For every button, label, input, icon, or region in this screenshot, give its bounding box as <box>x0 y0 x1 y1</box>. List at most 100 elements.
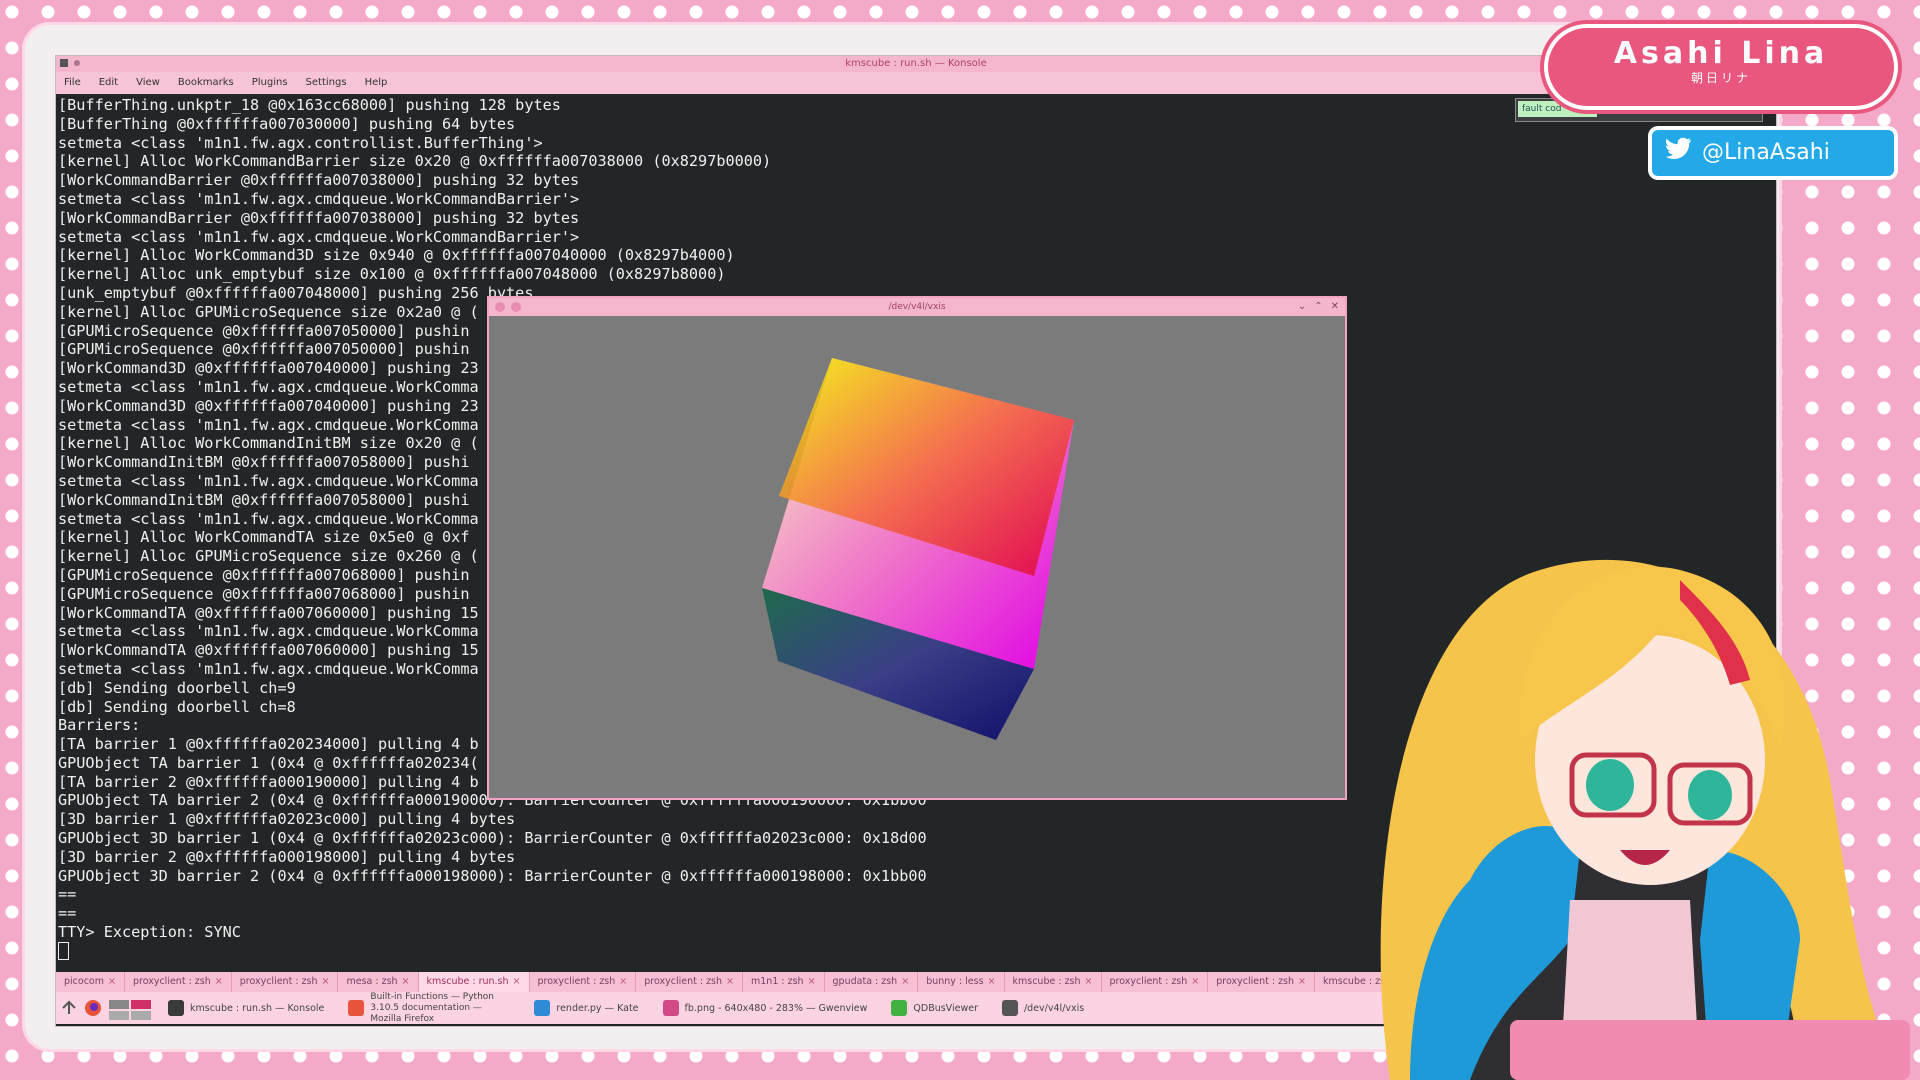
konsole-tab[interactable]: proxyclient : zsh × <box>232 972 339 992</box>
launcher-icon[interactable] <box>60 999 78 1017</box>
terminal-line: TTY> Exception: SYNC <box>58 923 241 942</box>
tab-close-icon[interactable]: × <box>1085 976 1093 987</box>
close-icon[interactable]: ✕ <box>1331 298 1339 316</box>
minimize-icon[interactable]: ⌄ <box>1298 298 1306 316</box>
terminal-line: setmeta <class 'm1n1.fw.agx.controllist.… <box>58 133 543 152</box>
vtuber-avatar <box>1380 559 1910 1080</box>
app-menu-icon[interactable] <box>60 59 68 67</box>
tab-close-icon[interactable]: × <box>513 976 521 987</box>
firefox-launcher-icon[interactable] <box>84 999 102 1017</box>
terminal-line: == <box>58 904 77 923</box>
tab-label: proxyclient : zsh <box>1109 976 1188 987</box>
taskbar-task-label: QDBusViewer <box>913 1002 978 1014</box>
tab-close-icon[interactable]: × <box>215 976 223 987</box>
maximize-icon[interactable]: ⌃ <box>1314 298 1322 316</box>
terminal-line: [WorkCommandBarrier @0xffffffa007038000]… <box>58 208 580 227</box>
tab-label: gpudata : zsh <box>832 976 898 987</box>
konsole-tab[interactable]: proxyclient : zsh × <box>125 972 232 992</box>
menu-item-help[interactable]: Help <box>365 72 388 94</box>
konsole-tab[interactable]: picocom × <box>56 972 125 992</box>
menu-item-view[interactable]: View <box>136 72 160 94</box>
tab-label: kmscube : run.sh <box>426 976 509 987</box>
tab-close-icon[interactable]: × <box>402 976 410 987</box>
menu-item-edit[interactable]: Edit <box>99 72 118 94</box>
tab-close-icon[interactable]: × <box>901 976 909 987</box>
qdbus-icon <box>891 1000 908 1016</box>
taskbar-task-label: fb.png - 640x480 - 283% — Gwenview <box>684 1002 868 1014</box>
taskbar-task[interactable]: /dev/v4l/vxis <box>992 994 1094 1022</box>
konsole-tab[interactable]: bunny : less × <box>918 972 1005 992</box>
konsole-tab[interactable]: proxyclient : zsh × <box>636 972 743 992</box>
konsole-tab[interactable]: proxyclient : zsh × <box>1102 972 1209 992</box>
menu-item-bookmarks[interactable]: Bookmarks <box>178 72 234 94</box>
taskbar-task[interactable]: render.py — Kate <box>524 994 648 1022</box>
terminal-line: [kernel] Alloc unk_emptybuf size 0x100 @… <box>58 265 726 284</box>
tab-label: proxyclient : zsh <box>537 976 616 987</box>
terminal-line: [3D barrier 1 @0xffffffa02023c000] pulli… <box>58 810 516 829</box>
gwenview-icon <box>662 1000 679 1016</box>
taskbar-task[interactable]: fb.png - 640x480 - 283% — Gwenview <box>653 994 878 1022</box>
tab-label: proxyclient : zsh <box>644 976 723 987</box>
streamer-name-kana: 朝日リナ <box>1690 71 1751 85</box>
tab-label: m1n1 : zsh <box>751 976 804 987</box>
streamer-name: Asahi Lina <box>1613 36 1829 71</box>
taskbar-task-label: Built-in Functions — Python 3.10.5 docum… <box>370 991 494 1024</box>
terminal-line: [WorkCommandBarrier @0xffffffa007038000]… <box>58 171 580 190</box>
terminal-line: [3D barrier 2 @0xffffffa000198000] pulli… <box>58 847 516 866</box>
pin-icon[interactable] <box>74 60 80 66</box>
tab-label: proxyclient : zsh <box>239 976 318 987</box>
taskbar-task-label: kmscube : run.sh — Konsole <box>190 1002 325 1014</box>
window-title: kmscube : run.sh — Konsole <box>845 58 987 69</box>
tab-label: mesa : zsh <box>346 976 398 987</box>
terminal-line: [BufferThing @0xffffffa007030000] pushin… <box>58 114 516 133</box>
tab-close-icon[interactable]: × <box>1191 976 1199 987</box>
terminal-icon <box>168 1000 184 1016</box>
konsole-tab[interactable]: kmscube : run.sh × <box>418 972 530 992</box>
terminal-line: GPUObject 3D barrier 1 (0x4 @ 0xffffffa0… <box>58 829 927 848</box>
tab-label: bunny : less <box>926 976 984 987</box>
twitter-handle: @LinaAsahi <box>1702 140 1830 165</box>
konsole-tab[interactable]: mesa : zsh × <box>338 972 419 992</box>
pin-icon[interactable] <box>511 302 521 312</box>
terminal-line: [BufferThing.unkptr_18 @0x163cc68000] pu… <box>58 96 561 114</box>
streamer-nameplate: Asahi Lina 朝日リナ <box>1548 28 1894 106</box>
x-window-icon <box>1001 1000 1018 1016</box>
kate-icon <box>534 1000 551 1016</box>
taskbar-task[interactable]: QDBusViewer <box>881 994 988 1022</box>
tab-label: kmscube : zsh <box>1012 976 1081 987</box>
menu-item-plugins[interactable]: Plugins <box>252 72 288 94</box>
taskbar-task[interactable]: kmscube : run.sh — Konsole <box>158 994 334 1022</box>
konsole-tab[interactable]: gpudata : zsh × <box>825 972 919 992</box>
kmscube-window[interactable]: /dev/v4l/vxis ⌄ ⌃ ✕ <box>487 296 1347 800</box>
terminal-line: [kernel] Alloc WorkCommandBarrier size 0… <box>58 152 772 171</box>
tab-label: picocom <box>64 976 104 987</box>
taskbar-task-label: /dev/v4l/vxis <box>1023 1002 1085 1014</box>
menu-item-file[interactable]: File <box>64 72 81 94</box>
konsole-titlebar[interactable]: kmscube : run.sh — Konsole <box>56 56 1776 72</box>
menu-item-settings[interactable]: Settings <box>306 72 347 94</box>
terminal-line: setmeta <class 'm1n1.fw.agx.cmdqueue.Wor… <box>58 227 580 246</box>
tab-close-icon[interactable]: × <box>108 976 116 987</box>
tab-label: proxyclient : zsh <box>132 976 211 987</box>
window-menu-icon[interactable] <box>495 302 505 312</box>
tab-close-icon[interactable]: × <box>988 976 996 987</box>
tab-close-icon[interactable]: × <box>726 976 734 987</box>
tab-close-icon[interactable]: × <box>619 976 627 987</box>
pager-icon[interactable] <box>108 999 152 1020</box>
tab-close-icon[interactable]: × <box>322 976 330 987</box>
twitter-bird-icon <box>1664 130 1692 176</box>
menu-bar: File Edit View Bookmarks Plugins Settings Help <box>56 72 1776 94</box>
terminal-line: == <box>58 885 77 904</box>
konsole-tab[interactable]: kmscube : zsh × <box>1005 972 1102 992</box>
taskbar-task-label: render.py — Kate <box>556 1002 639 1014</box>
terminal-line: setmeta <class 'm1n1.fw.agx.cmdqueue.Wor… <box>58 189 580 208</box>
firefox-icon <box>348 1000 365 1016</box>
taskbar-task[interactable]: Built-in Functions — Python 3.10.5 docum… <box>338 991 520 1024</box>
konsole-tab[interactable]: proxyclient : zsh × <box>530 972 637 992</box>
twitter-handle-badge: @LinaAsahi <box>1652 130 1894 176</box>
kmscube-titlebar[interactable]: /dev/v4l/vxis ⌄ ⌃ ✕ <box>489 298 1345 316</box>
konsole-tab[interactable]: m1n1 : zsh × <box>743 972 825 992</box>
kmscube-window-title: /dev/v4l/vxis <box>888 302 946 312</box>
rotating-cube-render <box>762 358 1074 740</box>
tab-close-icon[interactable]: × <box>808 976 816 987</box>
